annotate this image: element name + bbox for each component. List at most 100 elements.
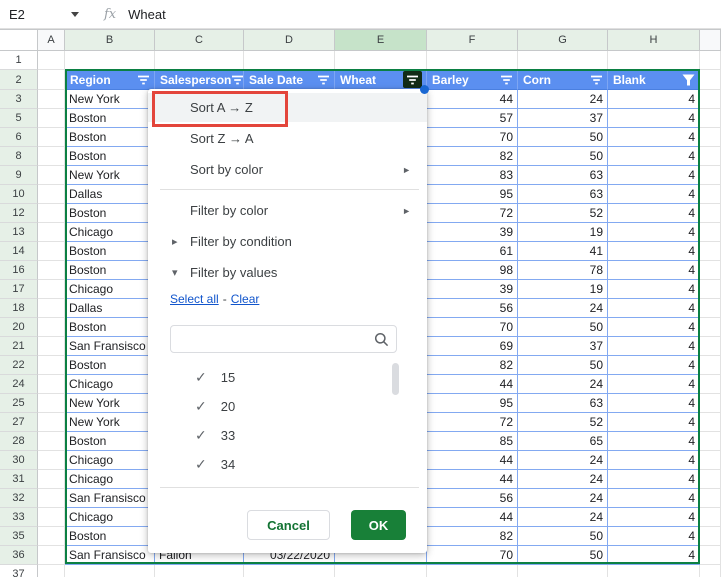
filter-button[interactable] bbox=[500, 75, 513, 85]
column-header-B[interactable]: B bbox=[65, 29, 155, 51]
clear-link[interactable]: Clear bbox=[231, 292, 260, 306]
cell-corn[interactable]: 50 bbox=[518, 356, 608, 375]
cell[interactable] bbox=[38, 470, 65, 489]
header-cell-region[interactable]: Region bbox=[65, 70, 155, 90]
cell-barley[interactable]: 39 bbox=[427, 280, 518, 299]
cell[interactable] bbox=[38, 375, 65, 394]
cell[interactable] bbox=[38, 204, 65, 223]
cell-corn[interactable]: 24 bbox=[518, 508, 608, 527]
cell[interactable] bbox=[244, 51, 335, 70]
cell-blank[interactable]: 4 bbox=[608, 318, 700, 337]
cell-corn[interactable]: 24 bbox=[518, 451, 608, 470]
cell-region[interactable]: Chicago bbox=[65, 280, 155, 299]
cell-blank[interactable]: 4 bbox=[608, 470, 700, 489]
cell-blank[interactable]: 4 bbox=[608, 546, 700, 565]
cell[interactable] bbox=[65, 51, 155, 70]
cell[interactable] bbox=[38, 527, 65, 546]
cell[interactable] bbox=[38, 413, 65, 432]
cell-region[interactable]: Boston bbox=[65, 318, 155, 337]
cell-blank[interactable]: 4 bbox=[608, 299, 700, 318]
cell[interactable] bbox=[38, 280, 65, 299]
row-header-22[interactable]: 22 bbox=[0, 356, 38, 375]
cell-blank[interactable]: 4 bbox=[608, 109, 700, 128]
cell[interactable] bbox=[608, 51, 700, 70]
cell-region[interactable]: New York bbox=[65, 394, 155, 413]
cell[interactable] bbox=[38, 565, 65, 577]
cell-barley[interactable]: 70 bbox=[427, 546, 518, 565]
row-header-24[interactable]: 24 bbox=[0, 375, 38, 394]
filter-button[interactable] bbox=[137, 75, 150, 85]
cell-blank[interactable]: 4 bbox=[608, 204, 700, 223]
row-header-28[interactable]: 28 bbox=[0, 432, 38, 451]
grid-corner[interactable] bbox=[0, 29, 38, 51]
cell-corn[interactable]: 37 bbox=[518, 337, 608, 356]
row-header-27[interactable]: 27 bbox=[0, 413, 38, 432]
cell[interactable] bbox=[38, 223, 65, 242]
cell-blank[interactable]: 4 bbox=[608, 508, 700, 527]
cell-region[interactable]: San Fransisco bbox=[65, 489, 155, 508]
cell-corn[interactable]: 19 bbox=[518, 223, 608, 242]
cell-barley[interactable]: 70 bbox=[427, 318, 518, 337]
cell-barley[interactable]: 56 bbox=[427, 299, 518, 318]
cell-blank[interactable]: 4 bbox=[608, 451, 700, 470]
cell-corn[interactable]: 50 bbox=[518, 527, 608, 546]
cell-barley[interactable]: 56 bbox=[427, 489, 518, 508]
cell-blank[interactable]: 4 bbox=[608, 432, 700, 451]
filter-button[interactable] bbox=[231, 75, 244, 85]
filter-value-row[interactable]: ✓ 34 bbox=[148, 450, 427, 479]
menu-item-sort-z-a[interactable]: Sort Z → A bbox=[148, 124, 427, 153]
cell-corn[interactable]: 24 bbox=[518, 470, 608, 489]
cell-barley[interactable]: 70 bbox=[427, 128, 518, 147]
cell-corn[interactable]: 41 bbox=[518, 242, 608, 261]
row-header-10[interactable]: 10 bbox=[0, 185, 38, 204]
filter-button[interactable] bbox=[590, 75, 603, 85]
cell-region[interactable]: Boston bbox=[65, 261, 155, 280]
cell[interactable] bbox=[38, 242, 65, 261]
row-header-14[interactable]: 14 bbox=[0, 242, 38, 261]
cell-barley[interactable]: 57 bbox=[427, 109, 518, 128]
cell-barley[interactable]: 82 bbox=[427, 147, 518, 166]
cell[interactable] bbox=[427, 51, 518, 70]
cell[interactable] bbox=[244, 565, 335, 577]
cell-corn[interactable]: 24 bbox=[518, 489, 608, 508]
menu-item-sort-by-color[interactable]: Sort by color ► bbox=[148, 155, 427, 184]
cell-region[interactable]: Dallas bbox=[65, 185, 155, 204]
cell[interactable] bbox=[38, 394, 65, 413]
cell-barley[interactable]: 72 bbox=[427, 204, 518, 223]
cell-corn[interactable]: 24 bbox=[518, 299, 608, 318]
cell-region[interactable]: Boston bbox=[65, 128, 155, 147]
cell[interactable] bbox=[65, 565, 155, 577]
cell-blank[interactable]: 4 bbox=[608, 280, 700, 299]
cell-corn[interactable]: 50 bbox=[518, 318, 608, 337]
header-cell-sale-date[interactable]: Sale Date bbox=[244, 70, 335, 90]
cell-region[interactable]: New York bbox=[65, 166, 155, 185]
cell-region[interactable]: Boston bbox=[65, 204, 155, 223]
cell[interactable] bbox=[38, 128, 65, 147]
cell-corn[interactable]: 63 bbox=[518, 166, 608, 185]
cell-corn[interactable]: 50 bbox=[518, 147, 608, 166]
row-header-31[interactable]: 31 bbox=[0, 470, 38, 489]
row-header-3[interactable]: 3 bbox=[0, 90, 38, 109]
cell-barley[interactable]: 82 bbox=[427, 527, 518, 546]
cell-blank[interactable]: 4 bbox=[608, 90, 700, 109]
row-header-21[interactable]: 21 bbox=[0, 337, 38, 356]
row-header-6[interactable]: 6 bbox=[0, 128, 38, 147]
cell[interactable] bbox=[38, 185, 65, 204]
cell-corn[interactable]: 63 bbox=[518, 185, 608, 204]
cell-blank[interactable]: 4 bbox=[608, 337, 700, 356]
cell-barley[interactable]: 69 bbox=[427, 337, 518, 356]
cell-corn[interactable]: 50 bbox=[518, 128, 608, 147]
cell[interactable] bbox=[38, 489, 65, 508]
cell[interactable] bbox=[38, 337, 65, 356]
cell[interactable] bbox=[38, 546, 65, 565]
cell-corn[interactable]: 63 bbox=[518, 394, 608, 413]
cell[interactable] bbox=[38, 166, 65, 185]
name-box[interactable]: E2 bbox=[0, 0, 88, 28]
cell-barley[interactable]: 85 bbox=[427, 432, 518, 451]
cell-region[interactable]: Boston bbox=[65, 242, 155, 261]
ok-button[interactable]: OK bbox=[351, 510, 406, 540]
cancel-button[interactable]: Cancel bbox=[247, 510, 330, 540]
row-header-33[interactable]: 33 bbox=[0, 508, 38, 527]
row-header-20[interactable]: 20 bbox=[0, 318, 38, 337]
cell[interactable] bbox=[38, 51, 65, 70]
